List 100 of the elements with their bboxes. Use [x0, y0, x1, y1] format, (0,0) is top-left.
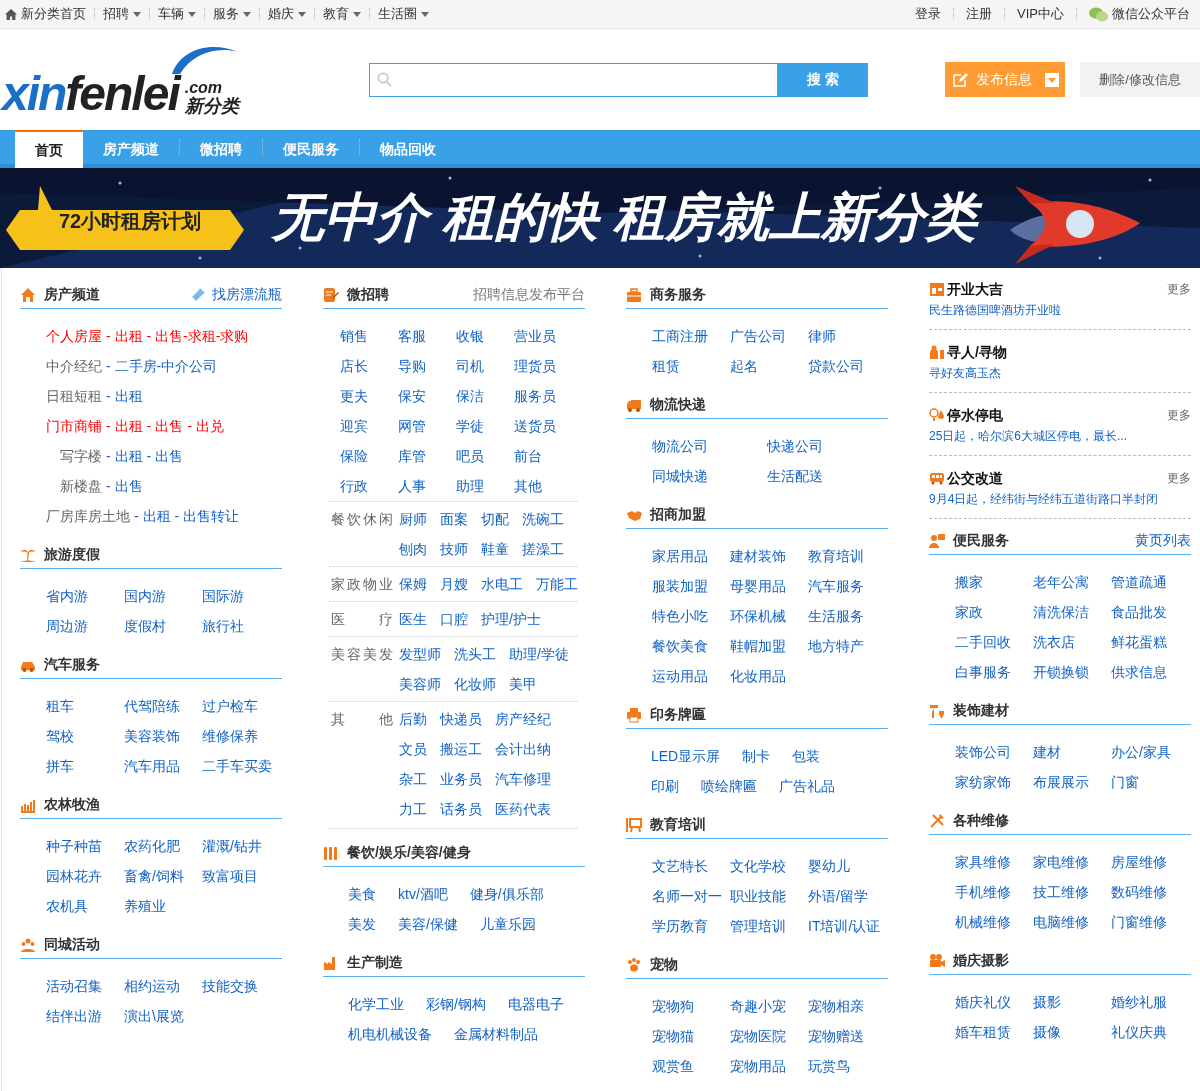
category-link[interactable]: 发型师: [399, 643, 441, 665]
category-link[interactable]: - 出售: [106, 475, 143, 497]
category-link[interactable]: - 出售: [146, 415, 184, 437]
more-link[interactable]: 更多: [1167, 280, 1191, 298]
category-link[interactable]: 律师: [808, 328, 836, 344]
category-link[interactable]: 物流公司: [652, 438, 708, 454]
category-link[interactable]: 学徒: [456, 418, 484, 434]
notice-link[interactable]: 民生路德国啤酒坊开业啦: [929, 300, 1191, 320]
section-side-link[interactable]: 黄页列表: [1135, 530, 1191, 551]
category-link[interactable]: 老年公寓: [1033, 574, 1089, 590]
category-link[interactable]: 家居用品: [652, 548, 708, 564]
category-link[interactable]: 快递公司: [767, 438, 823, 454]
category-link[interactable]: 话务员: [440, 798, 482, 820]
category-link[interactable]: 鞋童: [481, 538, 509, 560]
category-link[interactable]: 供求信息: [1111, 664, 1167, 680]
category-link[interactable]: 印刷: [651, 775, 679, 797]
top-menu-link[interactable]: 教育: [323, 4, 361, 24]
category-link[interactable]: 省内游: [46, 588, 88, 604]
category-link[interactable]: 门窗维修: [1111, 914, 1167, 930]
category-link[interactable]: 餐饮美食: [652, 638, 708, 654]
category-link[interactable]: 护理/护士: [481, 608, 541, 630]
category-link[interactable]: 生活服务: [808, 608, 864, 624]
category-link[interactable]: 特色小吃: [652, 608, 708, 624]
category-link[interactable]: 结伴出游: [46, 1008, 102, 1024]
category-link[interactable]: 门窗: [1111, 774, 1139, 790]
category-link[interactable]: 库管: [398, 448, 426, 464]
category-link[interactable]: - 出租: [106, 325, 143, 347]
category-link[interactable]: 装饰公司: [955, 744, 1011, 760]
top-link[interactable]: VIP中心: [1017, 4, 1064, 24]
category-link[interactable]: 驾校: [46, 728, 74, 744]
category-link[interactable]: 维修保养: [202, 728, 258, 744]
wechat-link[interactable]: 微信公众平台: [1089, 4, 1190, 24]
category-link[interactable]: 美容/保健: [398, 913, 458, 935]
category-link[interactable]: 司机: [456, 358, 484, 374]
category-link[interactable]: 学历教育: [652, 918, 708, 934]
category-link[interactable]: 宠物猫: [652, 1028, 694, 1044]
category-link[interactable]: IT培训/认证: [808, 918, 881, 934]
category-link[interactable]: - 出售转让: [174, 505, 240, 527]
category-link[interactable]: 婚车租赁: [955, 1024, 1011, 1040]
category-link[interactable]: 致富项目: [202, 868, 258, 884]
top-link[interactable]: 注册: [966, 4, 993, 24]
category-link[interactable]: 汽车修理: [495, 768, 551, 790]
category-link[interactable]: - 出租: [106, 445, 143, 467]
category-link[interactable]: 建材装饰: [730, 548, 786, 564]
category-link[interactable]: 玩赏鸟: [808, 1058, 850, 1074]
top-menu-link[interactable]: 招聘: [103, 4, 141, 24]
category-link[interactable]: - 出租: [106, 415, 143, 437]
category-link[interactable]: 鞋帽加盟: [730, 638, 786, 654]
category-link[interactable]: 运动用品: [652, 668, 708, 684]
category-link[interactable]: 行政: [340, 478, 368, 494]
category-link[interactable]: 拼车: [46, 758, 74, 774]
category-link[interactable]: 助理/学徒: [509, 643, 569, 665]
category-link[interactable]: 汽车服务: [808, 578, 864, 594]
category-link[interactable]: 食品批发: [1111, 604, 1167, 620]
category-link[interactable]: 文化学校: [730, 858, 786, 874]
category-link[interactable]: 水电工: [481, 573, 523, 595]
category-link[interactable]: 店长: [340, 358, 368, 374]
category-link[interactable]: 贷款公司: [808, 358, 864, 374]
category-link[interactable]: 儿童乐园: [479, 913, 536, 935]
category-link[interactable]: ktv/酒吧: [398, 883, 448, 905]
category-link[interactable]: 美甲: [509, 673, 537, 695]
category-link[interactable]: 人事: [398, 478, 426, 494]
category-link[interactable]: - 出售: [146, 445, 184, 467]
more-link[interactable]: 更多: [1167, 406, 1191, 424]
category-link[interactable]: 刨肉: [399, 538, 427, 560]
category-link[interactable]: 房产经纪: [495, 708, 551, 730]
category-link[interactable]: - 二手房-中介公司: [106, 355, 218, 377]
category-link[interactable]: 国内游: [124, 588, 166, 604]
notice-link[interactable]: 9月4日起，经纬街与经纬五道街路口半封闭: [929, 489, 1191, 509]
category-link[interactable]: 美发: [348, 913, 376, 935]
category-link[interactable]: LED显示屏: [651, 745, 721, 767]
category-link[interactable]: 灌溉/钻井: [202, 838, 262, 854]
category-link[interactable]: 教育培训: [808, 548, 864, 564]
category-link[interactable]: 家政: [955, 604, 983, 620]
category-link[interactable]: 起名: [730, 358, 758, 374]
category-link[interactable]: 搬运工: [440, 738, 482, 760]
category-link[interactable]: 婴幼儿: [808, 858, 850, 874]
category-link[interactable]: 美容装饰: [124, 728, 180, 744]
category-link[interactable]: 国际游: [202, 588, 244, 604]
category-link[interactable]: 美食: [348, 883, 376, 905]
category-link[interactable]: 助理: [456, 478, 484, 494]
category-link[interactable]: 万能工: [536, 573, 578, 595]
category-link[interactable]: 文艺特长: [652, 858, 708, 874]
category-link[interactable]: 旅行社: [202, 618, 244, 634]
category-link[interactable]: 房屋维修: [1111, 854, 1167, 870]
category-link[interactable]: 技工维修: [1033, 884, 1089, 900]
category-link[interactable]: 布展展示: [1033, 774, 1089, 790]
category-link[interactable]: 营业员: [514, 328, 556, 344]
category-link[interactable]: 吧员: [456, 448, 484, 464]
category-link[interactable]: 杂工: [399, 768, 427, 790]
category-link[interactable]: 技能交换: [202, 978, 258, 994]
category-link[interactable]: 更夫: [340, 388, 368, 404]
category-link[interactable]: 口腔: [440, 608, 468, 630]
category-link[interactable]: 会计出纳: [495, 738, 551, 760]
search-field[interactable]: [369, 62, 778, 97]
edit-info-button[interactable]: 删除/修改信息: [1080, 62, 1200, 97]
category-link[interactable]: 二手车买卖: [202, 758, 272, 774]
category-link[interactable]: 导购: [398, 358, 426, 374]
category-link[interactable]: 月嫂: [440, 573, 468, 595]
category-link[interactable]: 手机维修: [955, 884, 1011, 900]
